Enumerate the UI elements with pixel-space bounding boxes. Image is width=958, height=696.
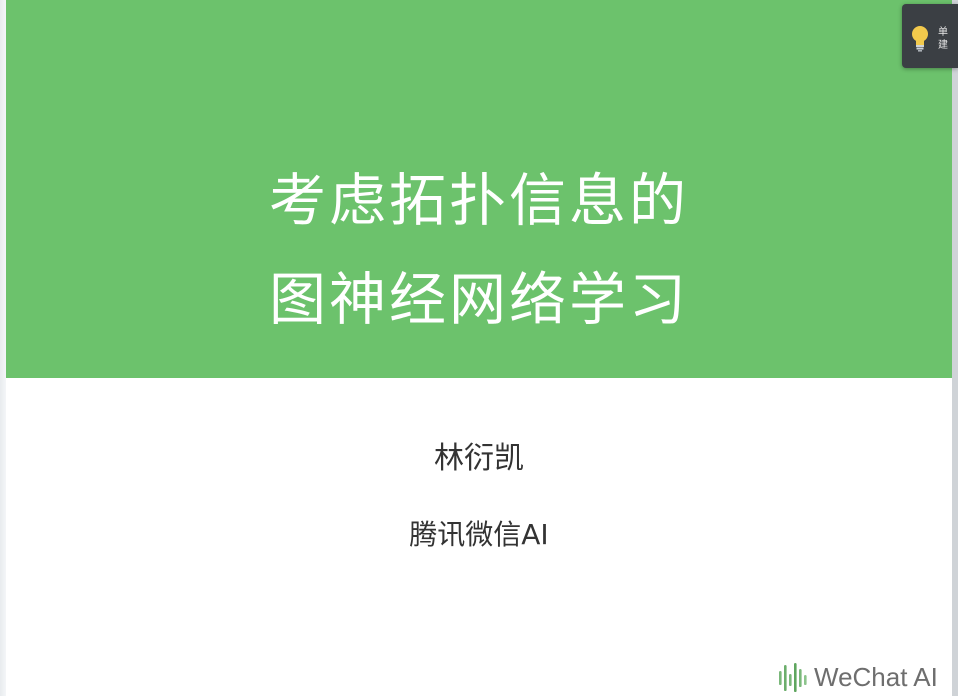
author-affiliation: 腾讯微信AI — [409, 518, 549, 551]
author-name: 林衍凯 — [434, 441, 524, 476]
hint-text-line-2: 建 — [938, 40, 948, 51]
wechat-ai-logo: WeChat AI — [778, 660, 938, 694]
presentation-slide: 考虑拓扑信息的 图神经网络学习 林衍凯 腾讯微信AI WeChat AI — [6, 0, 952, 696]
slide-title-line-2: 图神经网络学习 — [269, 267, 689, 333]
lightbulb-icon — [912, 26, 928, 52]
hint-text-line-1: 单 — [938, 27, 948, 38]
hint-popup[interactable]: 单 建 — [902, 4, 958, 68]
window-right-edge — [952, 0, 958, 696]
slide-title-line-1: 考虑拓扑信息的 — [269, 168, 689, 234]
title-banner: 考虑拓扑信息的 图神经网络学习 — [6, 0, 952, 378]
hint-text: 单 建 — [938, 26, 958, 52]
wechat-ai-logo-text: WeChat AI — [814, 661, 938, 692]
wechat-ai-logo-icon — [779, 663, 807, 692]
